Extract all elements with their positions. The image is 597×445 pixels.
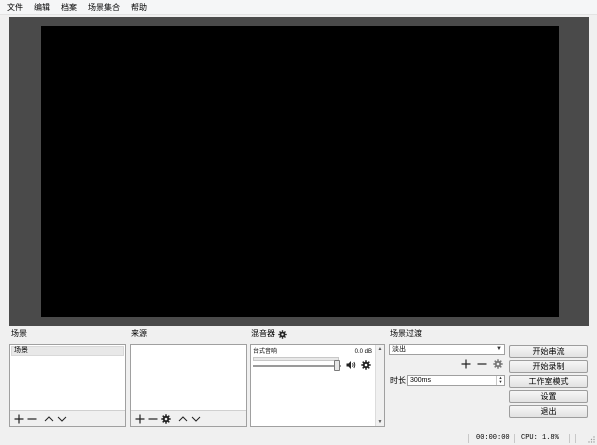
- menu-file[interactable]: 文件: [7, 0, 23, 15]
- menu-help[interactable]: 帮助: [131, 0, 147, 15]
- transition-properties-button[interactable]: [493, 359, 503, 369]
- start-streaming-button[interactable]: 开始串流: [509, 345, 588, 358]
- sources-title: 来源: [131, 329, 147, 338]
- transition-select[interactable]: 淡出 ▼: [389, 344, 505, 355]
- minus-icon: [148, 417, 158, 420]
- mixer-scrollbar[interactable]: ▲ ▼: [375, 345, 384, 426]
- speaker-icon: [346, 361, 356, 369]
- chevron-up-icon: [44, 415, 54, 421]
- gear-icon: [361, 360, 371, 370]
- scroll-down-arrow[interactable]: ▼: [376, 418, 384, 426]
- duration-value: 300ms: [410, 377, 432, 384]
- preview-area[interactable]: [9, 17, 589, 326]
- volume-meter: [253, 357, 339, 361]
- sources-toolbar: [131, 410, 246, 426]
- exit-button[interactable]: 退出: [509, 405, 588, 418]
- settings-button[interactable]: 设置: [509, 390, 588, 403]
- gear-icon: [278, 329, 287, 339]
- mixer-title: 混音器: [251, 329, 275, 338]
- remove-scene-button[interactable]: [26, 413, 38, 425]
- chevron-down-icon: [191, 416, 201, 422]
- mixer-settings-button[interactable]: [278, 329, 287, 339]
- plus-icon: [14, 414, 24, 423]
- minus-icon: [27, 417, 37, 420]
- mute-button[interactable]: [346, 360, 357, 370]
- sources-list[interactable]: [130, 344, 247, 427]
- volume-slider-handle[interactable]: [333, 360, 340, 371]
- scenes-list[interactable]: 场景: [9, 344, 126, 427]
- gear-icon: [493, 359, 503, 369]
- plus-icon: [461, 359, 471, 369]
- volume-slider-track[interactable]: [253, 365, 341, 367]
- status-cpu: CPU: 1.8%: [521, 434, 559, 442]
- menu-scene-collection[interactable]: 场景集合: [88, 0, 120, 15]
- add-transition-button[interactable]: [461, 359, 471, 369]
- scenes-title: 场景: [11, 329, 27, 338]
- remove-source-button[interactable]: [147, 413, 159, 425]
- chevron-up-icon: [178, 415, 188, 421]
- start-recording-button[interactable]: 开始录制: [509, 360, 588, 373]
- move-source-down-button[interactable]: [190, 413, 202, 425]
- transitions-title: 场景过渡: [390, 329, 422, 338]
- duration-input[interactable]: 300ms ▲ ▼: [407, 375, 505, 386]
- move-source-up-button[interactable]: [177, 413, 189, 425]
- scene-list-item[interactable]: 场景: [11, 346, 124, 356]
- gear-icon: [161, 413, 171, 424]
- status-bar: 00:00:00 CPU: 1.8%: [0, 432, 597, 445]
- chevron-down-icon: ▼: [496, 346, 502, 352]
- transition-selected: 淡出: [392, 346, 406, 353]
- resize-grip-icon[interactable]: [587, 434, 595, 443]
- chevron-down-icon: [57, 416, 67, 422]
- menu-bar: 文件 编辑 档案 场景集合 帮助: [0, 0, 597, 15]
- mixer-header: 混音器: [251, 329, 287, 339]
- mixer-panel: 台式音响 0.0 dB ▲ ▼: [250, 344, 385, 427]
- studio-mode-button[interactable]: 工作室模式: [509, 375, 588, 388]
- menu-profile[interactable]: 档案: [61, 0, 77, 15]
- source-properties-button[interactable]: [160, 413, 172, 425]
- preview-canvas[interactable]: [41, 26, 559, 317]
- mixer-channel-row: 台式音响 0.0 dB: [253, 348, 374, 356]
- remove-transition-button[interactable]: [477, 359, 487, 369]
- channel-settings-button[interactable]: [361, 360, 371, 370]
- status-time: 00:00:00: [476, 434, 510, 442]
- scenes-toolbar: [10, 410, 125, 426]
- move-scene-up-button[interactable]: [43, 413, 55, 425]
- duration-label: 时长: [390, 376, 406, 385]
- duration-spin-buttons[interactable]: ▲ ▼: [496, 376, 504, 385]
- minus-icon: [477, 363, 487, 365]
- menu-edit[interactable]: 编辑: [34, 0, 50, 15]
- mixer-channel-db: 0.0 dB: [354, 349, 372, 355]
- mixer-channel-name: 台式音响: [253, 349, 278, 355]
- plus-icon: [135, 414, 145, 423]
- add-scene-button[interactable]: [13, 413, 25, 425]
- scroll-up-arrow[interactable]: ▲: [376, 345, 384, 353]
- add-source-button[interactable]: [134, 413, 146, 425]
- move-scene-down-button[interactable]: [56, 413, 68, 425]
